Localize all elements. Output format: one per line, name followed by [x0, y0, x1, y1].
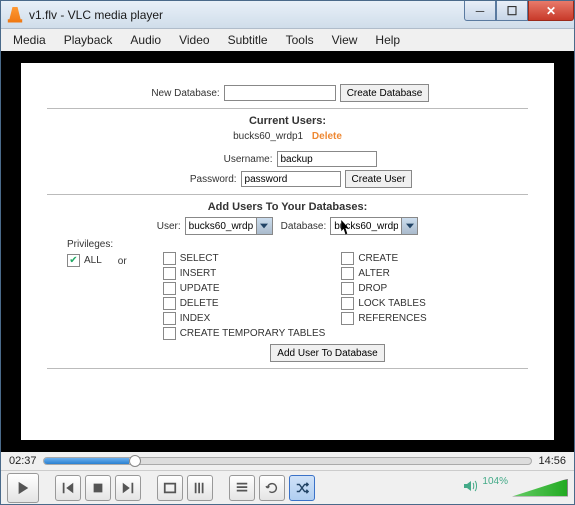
- stop-button[interactable]: [85, 475, 111, 501]
- priv-row: INDEX: [163, 312, 326, 325]
- add-users-heading: Add Users To Your Databases:: [47, 201, 528, 213]
- priv-row: UPDATE: [163, 282, 326, 295]
- extended-settings-button[interactable]: [187, 475, 213, 501]
- total-time: 14:56: [538, 455, 566, 467]
- priv-label: CREATE: [358, 253, 398, 264]
- privileges-section: Privileges: ALL or SELECT INSERT UPDATE DEL…: [67, 239, 528, 362]
- menu-view[interactable]: View: [324, 30, 366, 50]
- priv-label: LOCK TABLES: [358, 298, 425, 309]
- loop-button[interactable]: [259, 475, 285, 501]
- menubar: Media Playback Audio Video Subtitle Tool…: [1, 29, 574, 51]
- priv-row: CREATE TEMPORARY TABLES: [163, 327, 326, 340]
- priv-label: UPDATE: [180, 283, 220, 294]
- speaker-icon[interactable]: [462, 478, 478, 497]
- priv-checkbox[interactable]: [163, 312, 176, 325]
- username-label: Username:: [199, 154, 273, 165]
- priv-checkbox[interactable]: [341, 297, 354, 310]
- previous-button[interactable]: [55, 475, 81, 501]
- rendered-page: New Database: Create Database Current Us…: [21, 63, 554, 440]
- username-input[interactable]: [277, 151, 377, 167]
- maximize-button[interactable]: ☐: [496, 1, 528, 21]
- chevron-down-icon[interactable]: [401, 218, 417, 234]
- priv-checkbox[interactable]: [341, 267, 354, 280]
- priv-row: DROP: [341, 282, 426, 295]
- create-db-button[interactable]: Create Database: [340, 84, 430, 102]
- priv-checkbox[interactable]: [341, 252, 354, 265]
- priv-row: REFERENCES: [341, 312, 426, 325]
- priv-row: DELETE: [163, 297, 326, 310]
- current-time: 02:37: [9, 455, 37, 467]
- window-buttons: ─ ☐ ✕: [464, 1, 574, 28]
- menu-audio[interactable]: Audio: [122, 30, 169, 50]
- vlc-window: v1.flv - VLC media player ─ ☐ ✕ Media Pl…: [0, 0, 575, 505]
- seek-bar[interactable]: [43, 457, 533, 465]
- priv-checkbox[interactable]: [163, 267, 176, 280]
- menu-media[interactable]: Media: [5, 30, 54, 50]
- shuffle-button[interactable]: [289, 475, 315, 501]
- titlebar: v1.flv - VLC media player ─ ☐ ✕: [1, 1, 574, 29]
- privileges-label: Privileges:: [67, 239, 528, 250]
- controls-bar: 104%: [1, 470, 574, 504]
- menu-tools[interactable]: Tools: [278, 30, 322, 50]
- menu-subtitle[interactable]: Subtitle: [220, 30, 276, 50]
- priv-all-label: ALL: [84, 255, 102, 266]
- create-user-button[interactable]: Create User: [345, 170, 413, 188]
- or-label: or: [118, 256, 127, 267]
- menu-help[interactable]: Help: [367, 30, 408, 50]
- seek-thumb[interactable]: [129, 455, 141, 467]
- window-title: v1.flv - VLC media player: [29, 8, 163, 22]
- new-db-label: New Database:: [146, 88, 220, 99]
- priv-row: CREATE: [341, 252, 426, 265]
- database-select[interactable]: [330, 217, 418, 235]
- priv-label: CREATE TEMPORARY TABLES: [180, 328, 326, 339]
- minimize-button[interactable]: ─: [464, 1, 496, 21]
- priv-row: LOCK TABLES: [341, 297, 426, 310]
- volume-control: 104%: [462, 478, 568, 497]
- priv-label: DROP: [358, 283, 387, 294]
- priv-label: ALTER: [358, 268, 390, 279]
- user-select-label: User:: [157, 221, 181, 232]
- current-users-heading: Current Users:: [47, 115, 528, 127]
- password-input[interactable]: [241, 171, 341, 187]
- database-select-label: Database:: [281, 221, 327, 232]
- priv-label: INSERT: [180, 268, 217, 279]
- new-db-input[interactable]: [224, 85, 336, 101]
- seek-fill: [44, 458, 129, 464]
- seek-row: 02:37 14:56: [1, 452, 574, 470]
- fullscreen-button[interactable]: [157, 475, 183, 501]
- user-select-value[interactable]: [186, 218, 256, 234]
- priv-checkbox[interactable]: [341, 312, 354, 325]
- chevron-down-icon[interactable]: [256, 218, 272, 234]
- database-select-value[interactable]: [331, 218, 401, 234]
- priv-checkbox[interactable]: [163, 297, 176, 310]
- user-select[interactable]: [185, 217, 273, 235]
- priv-checkbox[interactable]: [163, 327, 176, 340]
- menu-playback[interactable]: Playback: [56, 30, 121, 50]
- priv-checkbox[interactable]: [163, 252, 176, 265]
- priv-label: REFERENCES: [358, 313, 426, 324]
- current-user-row: bucks60_wrdp1 Delete: [47, 131, 528, 142]
- playlist-button[interactable]: [229, 475, 255, 501]
- priv-row: SELECT: [163, 252, 326, 265]
- volume-percent: 104%: [482, 476, 508, 487]
- priv-row: ALTER: [341, 267, 426, 280]
- priv-label: SELECT: [180, 253, 219, 264]
- play-button[interactable]: [7, 473, 39, 503]
- priv-checkbox[interactable]: [163, 282, 176, 295]
- priv-checkbox[interactable]: [341, 282, 354, 295]
- delete-user-link[interactable]: Delete: [312, 131, 342, 142]
- close-button[interactable]: ✕: [528, 1, 574, 21]
- priv-row: INSERT: [163, 267, 326, 280]
- next-button[interactable]: [115, 475, 141, 501]
- volume-slider[interactable]: [512, 479, 568, 497]
- password-label: Password:: [163, 174, 237, 185]
- priv-label: INDEX: [180, 313, 211, 324]
- priv-all-checkbox[interactable]: [67, 254, 80, 267]
- video-area: New Database: Create Database Current Us…: [1, 51, 574, 452]
- current-user-name: bucks60_wrdp1: [233, 131, 303, 142]
- vlc-cone-icon: [7, 7, 23, 23]
- menu-video[interactable]: Video: [171, 30, 217, 50]
- add-user-to-db-button[interactable]: Add User To Database: [270, 344, 384, 362]
- priv-label: DELETE: [180, 298, 219, 309]
